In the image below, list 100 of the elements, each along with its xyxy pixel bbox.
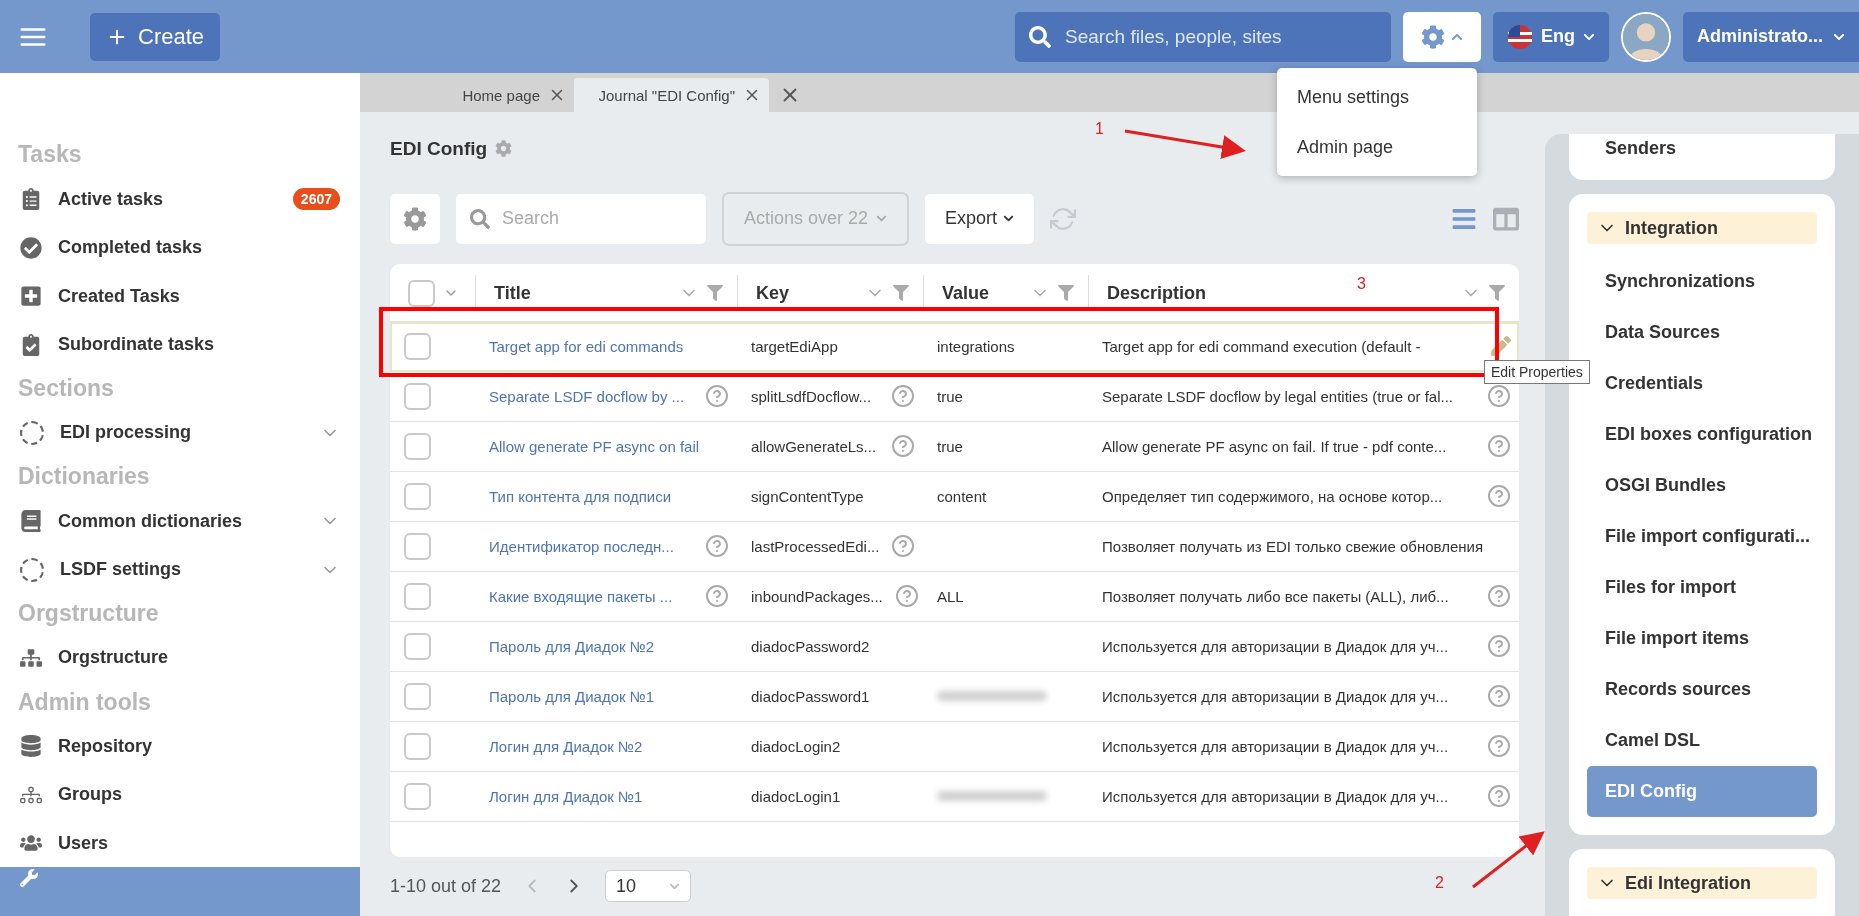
sidebar-item[interactable]: EDI processing xyxy=(0,408,360,458)
menu-item[interactable]: File import configurati... xyxy=(1587,511,1817,562)
title-link[interactable]: Тип контента для подписи xyxy=(489,487,672,505)
table-row[interactable]: Идентификатор последн... lastProcessedEdi... Позволяет получать из EDI только свежие обновления xyxy=(390,521,1519,572)
title-link[interactable]: Пароль для Диадок №2 xyxy=(489,637,655,655)
menu-item[interactable]: Admin page xyxy=(1277,122,1477,172)
column-header[interactable]: Title xyxy=(494,282,531,304)
sidebar-item[interactable]: Completed tasks xyxy=(0,223,360,272)
title-link[interactable]: Allow generate PF async on fail xyxy=(489,437,700,455)
item-label: Completed tasks xyxy=(58,237,203,259)
filter-icon[interactable] xyxy=(707,285,723,302)
avatar[interactable] xyxy=(1621,11,1671,62)
language-button[interactable]: Eng xyxy=(1493,11,1609,62)
menu-item[interactable]: Data Sources xyxy=(1587,307,1817,358)
item-label: Created Tasks xyxy=(58,285,180,307)
filter-icon[interactable] xyxy=(1058,285,1074,302)
help-icon[interactable] xyxy=(891,384,915,409)
table-row[interactable]: Логин для Диадок №1 diadocLogin1 Используется для авторизации в Диадок для уч... xyxy=(390,771,1519,822)
sidebar-item[interactable]: Active tasks 2607 xyxy=(0,174,360,224)
sidebar-item[interactable]: Repository xyxy=(0,722,360,771)
sidebar-item[interactable]: Created Tasks xyxy=(0,271,360,321)
column-header[interactable]: Key xyxy=(756,282,790,304)
search-field[interactable]: Search files, people, sites xyxy=(1015,11,1391,62)
help-icon[interactable] xyxy=(1487,734,1511,759)
help-icon[interactable] xyxy=(1487,484,1511,509)
filter-icon[interactable] xyxy=(1489,285,1505,302)
menu-item[interactable]: Credentials xyxy=(1587,358,1817,409)
group-header[interactable]: Edi Integration xyxy=(1587,867,1817,899)
title-link[interactable]: Логин для Диадок №2 xyxy=(489,737,643,755)
column-header[interactable]: Description xyxy=(1107,282,1207,304)
checkbox[interactable] xyxy=(404,782,431,810)
checkbox[interactable] xyxy=(404,432,431,460)
table-row[interactable]: Пароль для Диадок №1 diadocPassword1 Используется для авторизации в Диадок для уч... xyxy=(390,671,1519,722)
help-icon[interactable] xyxy=(891,534,916,559)
help-icon[interactable] xyxy=(705,584,729,609)
checkbox[interactable] xyxy=(404,732,431,760)
tab[interactable]: Home page xyxy=(380,78,574,112)
table-row[interactable]: Пароль для Диадок №2 diadocPassword2 Используется для авторизации в Диадок для уч... xyxy=(390,621,1519,672)
menu-item[interactable]: Records sources xyxy=(1587,664,1817,715)
table-cell: lastProcessedEdi... xyxy=(751,537,880,555)
table-row[interactable]: Allow generate PF async on fail allowGenerateLs... true Allow generate PF async on fail. If true - pdf conte... xyxy=(390,421,1519,472)
checkbox[interactable] xyxy=(404,482,431,510)
help-icon[interactable] xyxy=(891,434,915,459)
settings-button[interactable] xyxy=(1403,11,1481,62)
help-icon[interactable] xyxy=(705,534,729,559)
settings-button[interactable] xyxy=(390,193,440,244)
pencil-icon[interactable] xyxy=(1491,336,1511,357)
menu-item[interactable]: EDI boxes configuration xyxy=(1587,409,1817,460)
columns-view-icon[interactable] xyxy=(1493,205,1519,232)
help-icon[interactable] xyxy=(705,384,729,409)
checkbox[interactable] xyxy=(404,382,431,410)
menu-item[interactable]: OSGI Bundles xyxy=(1587,460,1817,511)
title-link[interactable]: Логин для Диадок №1 xyxy=(489,787,643,805)
title-link[interactable]: Separate LSDF docflow by ... xyxy=(489,387,685,405)
table-cell: diadocPassword1 xyxy=(751,687,870,705)
help-icon[interactable] xyxy=(1487,784,1511,809)
sidebar-item[interactable]: Users xyxy=(0,819,360,868)
checkbox[interactable] xyxy=(404,332,431,360)
checkbox[interactable] xyxy=(404,682,431,710)
title-link[interactable]: Какие входящие пакеты ... xyxy=(489,587,673,605)
settings-icon[interactable] xyxy=(495,140,513,158)
menu-item[interactable]: Synchronizations xyxy=(1587,256,1817,307)
hierarchy-icon xyxy=(20,646,42,669)
help-icon[interactable] xyxy=(1487,584,1511,609)
table-row[interactable]: Какие входящие пакеты ... inboundPackages... ALL Позволяет получать либо все пакеты (ALL), либ... xyxy=(390,571,1519,622)
sidebar-item[interactable]: LSDF settings xyxy=(0,545,360,594)
menu-item[interactable]: Menu settings xyxy=(1277,72,1477,122)
menu-item[interactable]: File import items xyxy=(1587,613,1817,664)
create-button[interactable]: Create xyxy=(90,12,221,61)
sidebar-item[interactable]: Groups xyxy=(0,770,360,819)
export-dropdown[interactable]: Export xyxy=(925,193,1035,244)
checkbox[interactable] xyxy=(404,582,431,610)
menu-item[interactable]: Camel DSL xyxy=(1587,715,1817,766)
column-header[interactable]: Value xyxy=(942,282,990,304)
table-row[interactable]: Логин для Диадок №2 diadocLogin2 Используется для авторизации в Диадок для уч... xyxy=(390,721,1519,772)
tab[interactable]: Journal "EDI Config" xyxy=(574,78,769,112)
refresh-icon[interactable] xyxy=(1050,205,1077,232)
help-icon[interactable] xyxy=(1487,684,1511,709)
help-icon[interactable] xyxy=(1487,434,1511,459)
checkbox[interactable] xyxy=(404,632,431,660)
sidebar-item[interactable]: Subordinate tasks xyxy=(0,320,360,369)
user-menu-button[interactable]: Administrato... xyxy=(1683,11,1859,62)
page-size-select[interactable]: 10 xyxy=(605,870,692,903)
table-row[interactable]: Тип контента для подписи signContentType content Определяет тип содержимого, на основе котор... xyxy=(390,471,1519,522)
help-icon[interactable] xyxy=(1487,634,1511,659)
dashed-circle-icon xyxy=(20,420,44,445)
title-link[interactable]: Пароль для Диадок №1 xyxy=(489,687,655,705)
help-icon[interactable] xyxy=(1487,384,1511,409)
sidebar-item[interactable]: Common dictionaries xyxy=(0,496,360,546)
help-icon[interactable] xyxy=(894,584,919,609)
menu-item[interactable]: Senders xyxy=(1587,134,1817,162)
group-header[interactable]: Integration xyxy=(1587,212,1817,244)
title-link[interactable]: Target app for edi commands xyxy=(489,337,684,355)
sidebar-item[interactable]: Orgstructure xyxy=(0,633,360,683)
filter-icon[interactable] xyxy=(893,285,909,302)
search-field[interactable]: Search xyxy=(456,193,706,244)
menu-item[interactable]: Files for import xyxy=(1587,562,1817,613)
checkbox[interactable] xyxy=(408,279,435,307)
checkbox[interactable] xyxy=(404,532,431,560)
title-link[interactable]: Идентификатор последн... xyxy=(489,537,674,555)
